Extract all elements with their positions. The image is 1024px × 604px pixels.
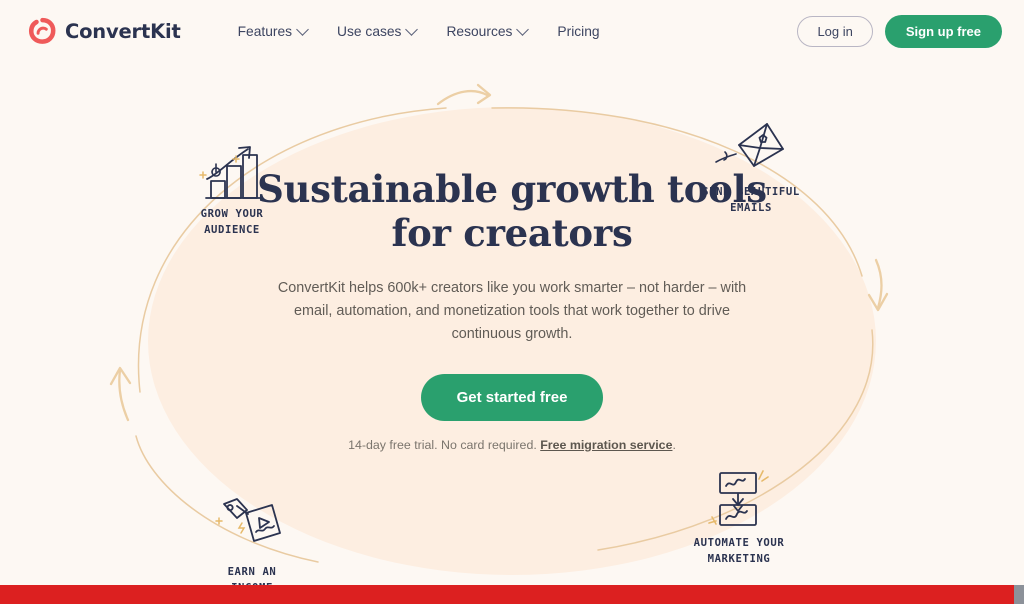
nav-item-features[interactable]: Features (223, 18, 322, 45)
chevron-down-icon (405, 23, 419, 36)
nav-item-label: Pricing (557, 23, 600, 39)
brand-name: ConvertKit (65, 19, 181, 43)
hero-content: Sustainable growth tools for creators Co… (0, 62, 1024, 452)
chevron-down-icon (516, 23, 530, 36)
bar-chart-growth-icon (199, 146, 263, 199)
callout-label: GROW YOUR AUDIENCE (200, 208, 264, 236)
hero-title-line-2: for creators (391, 211, 633, 255)
free-migration-service-link[interactable]: Free migration service (540, 438, 672, 452)
automation-flow-icon (708, 470, 769, 526)
fineprint-text: 14-day free trial. No card required. (348, 438, 541, 452)
band-corner-marker (1014, 585, 1024, 604)
callout-earn-an-income: EARN AN INCOME (177, 494, 327, 596)
cta-fineprint: 14-day free trial. No card required. Fre… (0, 438, 1024, 452)
fineprint-period: . (672, 438, 676, 452)
video-price-tag-icon (215, 498, 281, 542)
brand-logo-link[interactable]: ConvertKit (28, 17, 181, 45)
nav-item-label: Resources (446, 23, 513, 39)
convertkit-circle-logo-icon (28, 17, 56, 44)
landing-page: ConvertKit Features Use cases Resources … (0, 0, 1024, 604)
callout-automate-your-marketing: AUTOMATE YOUR MARKETING (664, 465, 814, 567)
nav-item-use-cases[interactable]: Use cases (322, 18, 431, 45)
bottom-red-band (0, 585, 1024, 604)
login-button[interactable]: Log in (797, 15, 873, 47)
callout-label: AUTOMATE YOUR MARKETING (693, 537, 785, 565)
header-actions: Log in Sign up free (797, 14, 1002, 48)
nav-item-resources[interactable]: Resources (431, 18, 542, 45)
site-header: ConvertKit Features Use cases Resources … (0, 0, 1024, 62)
hero-subtitle: ConvertKit helps 600k+ creators like you… (277, 280, 747, 342)
flying-envelope-icon (715, 123, 784, 167)
page-title: Sustainable growth tools for creators (0, 62, 1024, 255)
nav-item-label: Use cases (337, 23, 402, 39)
nav-item-label: Features (237, 23, 293, 39)
nav-item-pricing[interactable]: Pricing (542, 18, 614, 45)
callout-grow-your-audience: GROW YOUR AUDIENCE (157, 140, 307, 238)
callout-send-beautiful-emails: SEND BEAUTIFUL EMAILS (676, 118, 826, 216)
get-started-free-button[interactable]: Get started free (420, 374, 604, 421)
hero-section: GROW YOUR AUDIENCE SEND BEAUTIFUL EMAILS (0, 62, 1024, 594)
primary-navigation: Features Use cases Resources Pricing (223, 18, 615, 45)
chevron-down-icon (296, 23, 309, 36)
signup-free-button[interactable]: Sign up free (884, 14, 1002, 48)
callout-label: SEND BEAUTIFUL EMAILS (702, 186, 800, 214)
